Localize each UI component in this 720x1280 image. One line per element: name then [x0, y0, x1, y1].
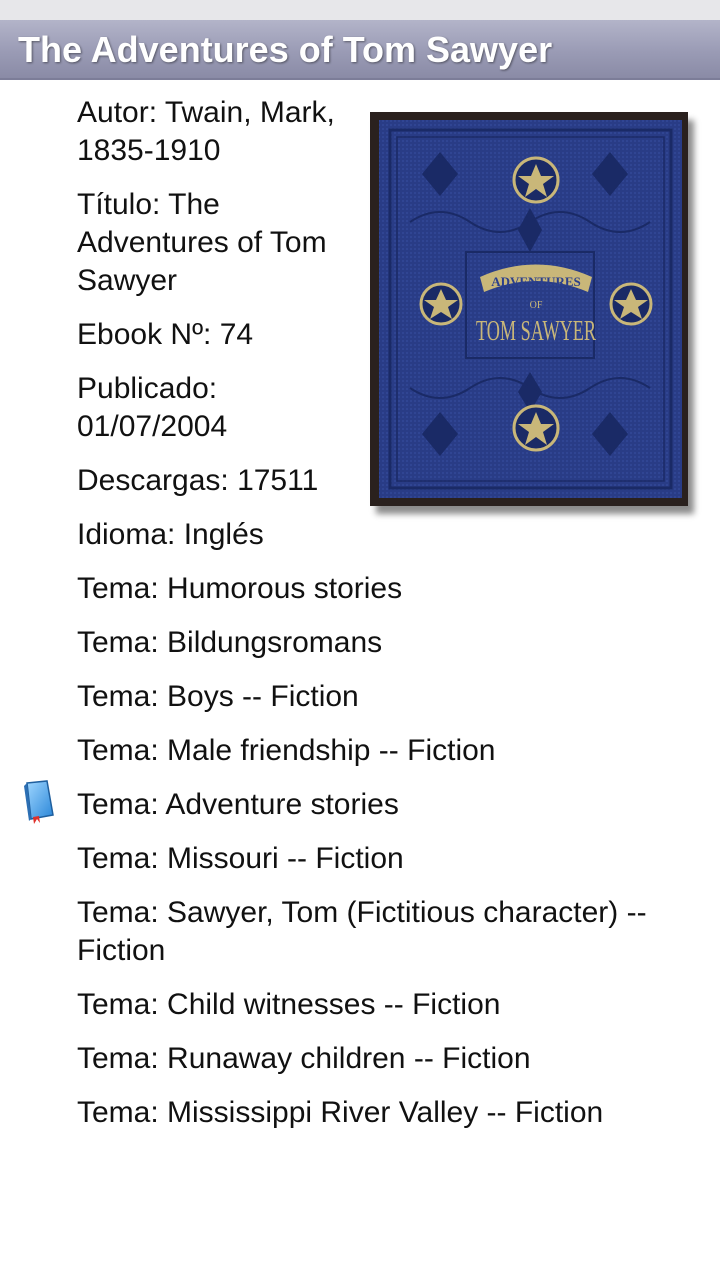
subject-item[interactable]: Tema: Mississippi River Valley -- Fictio… [77, 1094, 697, 1132]
subject-item[interactable]: Tema: Male friendship -- Fiction [77, 732, 697, 770]
title-bar: The Adventures of Tom Sawyer [0, 20, 720, 80]
published-line: Publicado: 01/07/2004 [77, 372, 228, 443]
subject-item[interactable]: Tema: Humorous stories [77, 570, 697, 608]
subject-item[interactable]: Tema: Bildungsromans [77, 624, 697, 662]
subject-item[interactable]: Tema: Sawyer, Tom (Fictitious character)… [77, 894, 697, 970]
title-line: Título: The Adventures of Tom Sawyer [77, 188, 327, 297]
language-line: Idioma: Inglés [77, 518, 264, 551]
subject-item[interactable]: Tema: Adventure stories [77, 786, 697, 824]
ebook-number-line: Ebook Nº: 74 [77, 318, 254, 351]
subject-item[interactable]: Tema: Boys -- Fiction [77, 678, 697, 716]
book-info: Autor: Twain, Mark, 1835-1910 Título: Th… [77, 94, 697, 1148]
page-title: The Adventures of Tom Sawyer [18, 29, 553, 70]
author-line: Autor: Twain, Mark, 1835-1910 [77, 96, 335, 167]
book-icon[interactable] [21, 779, 57, 825]
subject-item[interactable]: Tema: Missouri -- Fiction [77, 840, 697, 878]
subject-item[interactable]: Tema: Child witnesses -- Fiction [77, 986, 697, 1024]
status-bar [0, 0, 720, 20]
downloads-line: Descargas: 17511 [77, 464, 319, 497]
subject-item[interactable]: Tema: Runaway children -- Fiction [77, 1040, 697, 1078]
